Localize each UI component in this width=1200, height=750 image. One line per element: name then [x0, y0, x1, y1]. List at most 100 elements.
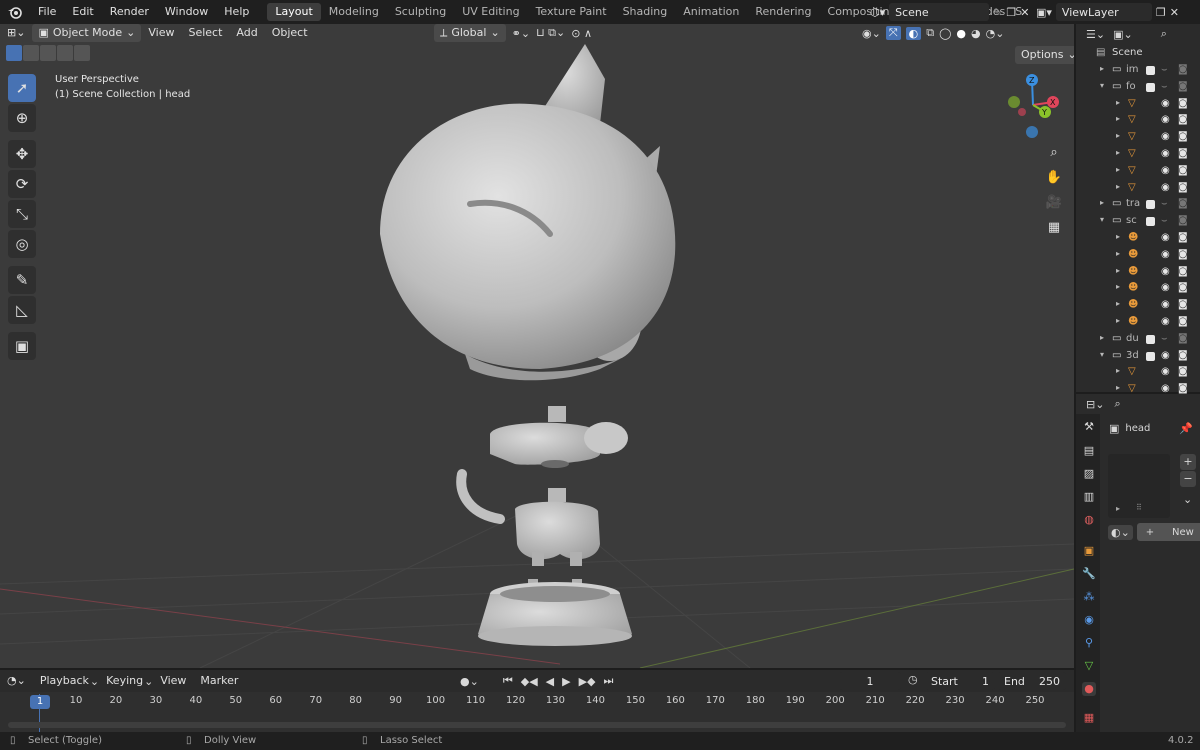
outliner-row[interactable]: ▸ ▽ ◉ ◙	[1076, 180, 1200, 197]
collapsed-arrow-icon[interactable]: ▸	[1116, 299, 1120, 308]
collapsed-arrow-icon[interactable]: ▸	[1116, 98, 1120, 107]
select-intersect-icon[interactable]	[74, 45, 90, 61]
properties-search-icon[interactable]: ⌕	[1114, 397, 1120, 411]
eye-icon[interactable]: ◉	[1161, 282, 1170, 293]
display-mode-icon[interactable]: ▣⌄	[1113, 28, 1133, 41]
material-shading-icon[interactable]: ◕	[971, 27, 981, 40]
collapsed-arrow-icon[interactable]: ▸	[1116, 114, 1120, 123]
tab-sculpting[interactable]: Sculpting	[387, 3, 454, 21]
eye-icon[interactable]: ◉	[1161, 148, 1170, 159]
eye-closed-icon[interactable]: ⌣	[1161, 64, 1168, 75]
jump-keyframe-back-icon[interactable]: ◆◀	[521, 675, 538, 688]
cursor-tool-icon[interactable]: ⊕	[8, 104, 36, 132]
exclude-checkbox[interactable]	[1146, 66, 1155, 75]
render-camera-icon[interactable]: ◙	[1178, 350, 1188, 361]
select-invert-icon[interactable]	[57, 45, 73, 61]
pan-hand-icon[interactable]: ✋	[1043, 166, 1065, 188]
close-viewlayer-icon[interactable]: ✕	[1170, 6, 1179, 19]
scene-tab-icon[interactable]: ◍	[1082, 513, 1096, 527]
eye-icon[interactable]: ◉	[1161, 316, 1170, 327]
collapsed-arrow-icon[interactable]: ▸	[1116, 249, 1120, 258]
eye-icon[interactable]: ◉	[1161, 266, 1170, 277]
eye-icon[interactable]: ◉	[1161, 182, 1170, 193]
annotate-tool-icon[interactable]: ✎	[8, 266, 36, 294]
render-camera-icon[interactable]: ◙	[1178, 383, 1188, 394]
outliner-editor-icon[interactable]: ☰⌄	[1086, 28, 1105, 41]
scene-name-field[interactable]: Scene	[889, 3, 990, 21]
eye-icon[interactable]: ◉	[1161, 299, 1170, 310]
start-frame-field[interactable]: Start 1	[925, 672, 995, 690]
outliner-row[interactable]: ▸ ☻ ◉ ◙	[1076, 264, 1200, 281]
rendered-shading-icon[interactable]: ◔⌄	[986, 27, 1005, 40]
menu-keying[interactable]: Keying	[99, 672, 150, 690]
preview-range-icon[interactable]: ◷	[908, 673, 918, 686]
exclude-checkbox[interactable]	[1146, 82, 1155, 92]
gizmo-toggle-icon[interactable]: ⤧	[885, 26, 901, 40]
scale-tool-icon[interactable]: ⤡	[8, 200, 36, 228]
render-camera-icon[interactable]: ◙	[1178, 165, 1188, 176]
select-box-tool-icon[interactable]: ➚	[8, 74, 36, 102]
outliner-row[interactable]: ▸ ☻ ◉ ◙	[1076, 314, 1200, 331]
wireframe-shading-icon[interactable]: ◯	[939, 27, 951, 40]
options-dropdown[interactable]: Options ⌄	[1015, 46, 1074, 64]
material-slot-list[interactable]: ▸ ⠿	[1108, 454, 1170, 518]
drag-handle-icon[interactable]: ⠿	[1136, 503, 1142, 512]
collapsed-arrow-icon[interactable]: ▸	[1116, 131, 1120, 140]
properties-editor-icon[interactable]: ⊟⌄	[1086, 398, 1104, 411]
timeline-panel[interactable]: ◔⌄ Playback ⌄ Keying ⌄ View Marker ●⌄ ⏮ …	[0, 670, 1074, 732]
outliner-row[interactable]: ▸ ☻ ◉ ◙	[1076, 280, 1200, 297]
outliner-row[interactable]: ▸ ▭ tra ⌣ ◙	[1076, 196, 1200, 213]
outliner-row[interactable]: ▸ ☻ ◉ ◙	[1076, 297, 1200, 314]
output-tab-icon[interactable]: ▨	[1082, 467, 1096, 481]
viewlayer-name-field[interactable]: ViewLayer	[1055, 3, 1152, 21]
slot-menu-chevron-icon[interactable]: ⌄	[1183, 493, 1192, 506]
select-new-icon[interactable]	[6, 45, 22, 61]
eye-icon[interactable]: ◉	[1161, 232, 1170, 243]
menu-help[interactable]: Help	[216, 0, 257, 24]
outliner-row[interactable]: ▸ ▭ du ⌣ ◙	[1076, 331, 1200, 348]
collapsed-arrow-icon[interactable]: ▸	[1100, 198, 1104, 207]
transform-tool-icon[interactable]: ◎	[8, 230, 36, 258]
move-tool-icon[interactable]: ✥	[8, 140, 36, 168]
render-camera-icon[interactable]: ◙	[1178, 131, 1188, 142]
eye-closed-icon[interactable]: ⌣	[1161, 333, 1168, 344]
render-camera-icon[interactable]: ◙	[1178, 182, 1188, 193]
eye-icon[interactable]: ◉	[1161, 350, 1170, 361]
pivot-icon[interactable]: ⚭⌄	[512, 27, 530, 40]
collapsed-arrow-icon[interactable]: ▸	[1116, 266, 1120, 275]
outliner-row[interactable]: ▸ ▽ ◉ ◙	[1076, 112, 1200, 129]
copy-scene-icon[interactable]: ❐	[1006, 6, 1016, 19]
view-layer-tab-icon[interactable]: ▥	[1082, 490, 1096, 504]
data-tab-icon[interactable]: ▽	[1082, 659, 1096, 673]
tab-modeling[interactable]: Modeling	[321, 3, 387, 21]
tab-uv-editing[interactable]: UV Editing	[454, 3, 527, 21]
eye-icon[interactable]: ◉	[1161, 383, 1170, 394]
viewlayer-selector[interactable]: ▣▾ ViewLayer ❐ ✕	[1036, 2, 1200, 22]
collapsed-arrow-icon[interactable]: ▸	[1116, 383, 1120, 392]
render-camera-icon[interactable]: ◙	[1178, 366, 1188, 377]
outliner-row[interactable]: ▾ ▭ sc ⌣ ◙	[1076, 213, 1200, 230]
search-icon[interactable]: ⌕	[1161, 27, 1167, 41]
outliner-row[interactable]: ▸ ▽ ◉ ◙	[1076, 96, 1200, 113]
menu-view[interactable]: View	[153, 672, 193, 690]
render-camera-icon[interactable]: ◙	[1178, 333, 1188, 344]
eye-icon[interactable]: ◉	[1161, 131, 1170, 142]
menu-render[interactable]: Render	[102, 0, 157, 24]
eye-icon[interactable]: ◉	[1161, 366, 1170, 377]
jump-start-icon[interactable]: ⏮	[503, 674, 513, 688]
jump-end-icon[interactable]: ⏭	[604, 674, 614, 688]
outliner-row[interactable]: ▾ ▭ fo ⌣ ◙	[1076, 79, 1200, 96]
expanded-arrow-icon[interactable]: ▾	[1100, 350, 1104, 359]
camera-view-icon[interactable]: 🎥	[1043, 191, 1065, 213]
outliner-row[interactable]: ▾ ▭ 3d ◉ ◙	[1076, 348, 1200, 365]
measure-tool-icon[interactable]: ◺	[8, 296, 36, 324]
select-extend-icon[interactable]	[23, 45, 39, 61]
new-material-button[interactable]: + New	[1136, 523, 1200, 541]
eye-icon[interactable]: ◉	[1161, 98, 1170, 109]
auto-keying-icon[interactable]: ●⌄	[460, 675, 479, 688]
outliner-scene-row[interactable]: ▤ Scene	[1076, 45, 1200, 62]
current-frame-field[interactable]: 1	[839, 672, 901, 690]
collapsed-arrow-icon[interactable]: ▸	[1116, 182, 1120, 191]
material-browse-icon[interactable]: ◐⌄	[1108, 524, 1133, 540]
eye-icon[interactable]: ◉	[1161, 114, 1170, 125]
